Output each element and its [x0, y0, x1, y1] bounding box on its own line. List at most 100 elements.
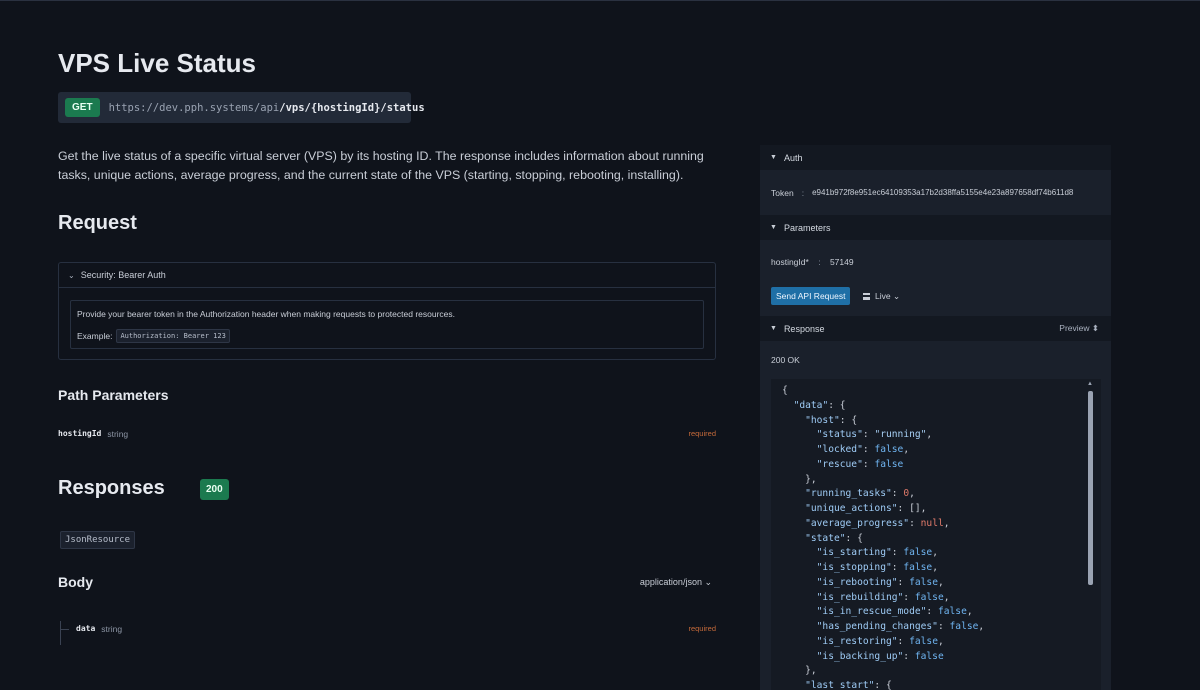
endpoint-bar[interactable]: GET https://dev.pph.systems/api/vps/{hos…	[58, 92, 425, 123]
send-api-request-button[interactable]: Send API Request	[771, 287, 851, 305]
hosting-id-separator: :	[818, 257, 821, 267]
json-token: : {	[828, 399, 846, 411]
responses-heading: Responses	[58, 477, 165, 499]
json-token: false	[903, 562, 933, 573]
token-row: Token : e941b972f8e951ec64109353a17b2d38…	[760, 170, 1111, 215]
token-label: Token	[771, 187, 794, 198]
json-token: :	[897, 635, 910, 647]
response-status: 200 OK	[771, 355, 800, 365]
json-token: ,	[937, 635, 944, 647]
token-input[interactable]: e941b972f8e951ec64109353a17b2d38ffa5155e…	[812, 188, 1073, 197]
auth-label: Auth	[783, 152, 803, 163]
json-line: "last_start": {	[782, 679, 1101, 690]
json-line: "is_stopping": false,	[782, 561, 1101, 576]
security-toggle[interactable]: ⌄ Security: Bearer Auth	[59, 263, 715, 288]
json-token: : {	[845, 532, 863, 544]
scrollbar-thumb[interactable]	[1088, 391, 1093, 585]
content-type-select[interactable]: application/json ⌄	[640, 577, 712, 588]
live-mode-select[interactable]: Live ⌄	[863, 291, 900, 302]
json-line: "is_rebuilding": false,	[782, 591, 1101, 606]
body-field-required: required	[688, 624, 716, 633]
json-line: "is_in_rescue_mode": false,	[782, 605, 1101, 620]
scrollbar[interactable]: ▲	[1087, 381, 1093, 690]
parameters-section-toggle[interactable]: ▼ Parameters	[760, 215, 1111, 240]
param-type: string	[107, 429, 129, 439]
json-token: : {	[839, 414, 858, 426]
parameters-label: Parameters	[783, 222, 831, 233]
server-icon	[863, 293, 870, 300]
json-token: "host"	[805, 414, 840, 426]
hosting-id-label: hostingId*	[771, 257, 809, 267]
json-token: :	[891, 562, 904, 573]
json-token: ,	[978, 621, 985, 632]
param-name: hostingId	[58, 429, 102, 438]
json-line: "is_starting": false,	[782, 546, 1101, 561]
json-token: false	[949, 621, 979, 632]
body-field-name: data	[76, 624, 96, 633]
json-token: },	[782, 473, 817, 485]
json-token: false	[914, 650, 944, 662]
json-token: "last_start"	[805, 680, 875, 690]
json-token: :	[903, 650, 915, 662]
example-label: Example:	[77, 331, 113, 341]
body-field-row: data string required	[76, 624, 716, 634]
json-token: : {	[874, 680, 892, 690]
security-text: Provide your bearer token in the Authori…	[77, 309, 455, 319]
status-code-tab[interactable]: 200	[200, 479, 229, 500]
caret-down-icon: ▼	[770, 224, 777, 231]
json-token: :	[909, 517, 921, 529]
json-token: "data"	[793, 399, 829, 411]
json-line: "is_backing_up": false	[782, 650, 1101, 665]
json-token: "state"	[805, 532, 846, 544]
caret-down-icon: ▼	[770, 325, 777, 332]
json-token: :	[891, 488, 904, 500]
json-token: },	[782, 665, 817, 677]
auth-section-toggle[interactable]: ▼ Auth	[760, 145, 1111, 170]
json-token: :	[903, 591, 915, 603]
caret-down-icon: ▼	[770, 154, 777, 161]
json-token: :	[862, 444, 875, 455]
api-client-panel: ▼ Auth Token : e941b972f8e951ec64109353a…	[760, 145, 1111, 690]
json-line: "running_tasks": 0,	[782, 487, 1101, 502]
json-line: "locked": false,	[782, 443, 1101, 458]
body-field-type: string	[101, 624, 123, 634]
url-path: /vps/{hostingId}/status	[279, 101, 425, 114]
json-token: ,	[932, 562, 938, 573]
preview-select[interactable]: Preview ⬍	[1059, 323, 1099, 334]
hosting-id-input[interactable]: 57149	[830, 257, 854, 267]
json-token: false	[909, 635, 938, 647]
response-json-viewer[interactable]: { "data": { "host": { "status": "running…	[771, 379, 1101, 690]
json-token: ,	[932, 547, 938, 559]
json-line: {	[782, 384, 1101, 399]
endpoint-url: https://dev.pph.systems/api/vps/{hosting…	[109, 102, 425, 114]
param-row-hostingid: hostingId string required	[58, 429, 716, 439]
json-token: ,	[943, 517, 950, 529]
json-line: "has_pending_changes": false,	[782, 620, 1101, 635]
scroll-up-arrow-icon[interactable]: ▲	[1087, 381, 1093, 387]
json-lines: { "data": { "host": { "status": "running…	[771, 379, 1101, 690]
json-token: {	[782, 385, 788, 396]
page-title: VPS Live Status	[58, 48, 256, 78]
json-line: "data": {	[782, 399, 1101, 414]
method-badge: GET	[65, 98, 100, 117]
json-token: false	[874, 458, 904, 470]
json-token: false	[903, 547, 933, 559]
endpoint-description: Get the live status of a specific virtua…	[58, 149, 704, 182]
json-token: "is_backing_up"	[816, 650, 904, 662]
response-section-toggle[interactable]: ▼ Response Preview ⬍	[760, 316, 1111, 341]
example-code: Authorization: Bearer 123	[116, 329, 230, 343]
json-token: "locked"	[816, 444, 863, 455]
json-line: "is_restoring": false,	[782, 635, 1101, 650]
json-token: "is_in_rescue_mode"	[816, 606, 927, 618]
json-line: },	[782, 664, 1101, 679]
tree-connector	[60, 621, 69, 645]
json-token: "is_rebuilding"	[816, 591, 904, 603]
